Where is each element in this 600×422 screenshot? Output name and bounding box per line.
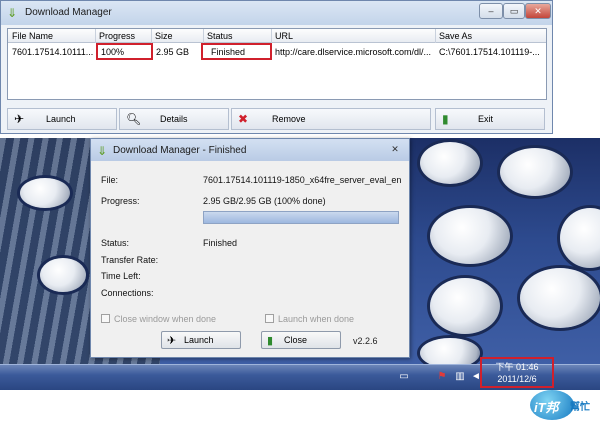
main-titlebar[interactable]: ⇓ Download Manager ‒ ▭ ✕ [1, 1, 552, 25]
remove-button-label: Remove [272, 114, 306, 124]
column-divider[interactable] [271, 29, 272, 43]
taskbar-clock[interactable]: 下午 01:46 2011/12/6 [480, 357, 554, 388]
cell-size: 2.95 GB [156, 47, 190, 57]
file-value: 7601.17514.101119-1850_x64fre_server_eva… [203, 175, 402, 185]
progress-bar [203, 211, 399, 224]
dialog-title: Download Manager - Finished [113, 145, 247, 156]
exit-door-icon: ▮ [442, 112, 449, 126]
clock-date: 2011/12/6 [497, 374, 537, 384]
launch-icon: ✈ [14, 112, 25, 126]
dialog-close-label: Close [284, 335, 308, 345]
column-divider[interactable] [435, 29, 436, 43]
file-label: File: [101, 175, 119, 185]
wallpaper-disc [20, 178, 70, 208]
wallpaper-disc [520, 268, 600, 328]
column-header-status[interactable]: Status [207, 31, 233, 41]
wallpaper-disc [430, 278, 500, 334]
cell-save-as: C:\7601.17514.101119-... [439, 47, 540, 57]
dialog-launch-label: Launch [184, 335, 214, 345]
launch-when-done-label: Launch when done [278, 314, 355, 324]
network-icon[interactable]: ▥ [454, 371, 466, 383]
logo-text: iT邦 [534, 400, 559, 415]
exit-button[interactable]: ▮ Exit [435, 108, 545, 130]
dialog-launch-button[interactable]: ✈ Launch [161, 331, 241, 349]
status-label: Status: [101, 238, 130, 248]
highlight-status [201, 43, 272, 60]
column-divider[interactable] [151, 29, 152, 43]
column-header-url[interactable]: URL [275, 31, 293, 41]
download-manager-window: ⇓ Download Manager ‒ ▭ ✕ File Name Progr… [0, 0, 553, 134]
cell-file-name: 7601.17514.10111... [12, 47, 94, 57]
launch-icon: ✈ [167, 335, 177, 347]
close-when-done-checkbox[interactable]: Close window when done [101, 314, 216, 324]
version-label: v2.2.6 [353, 336, 378, 346]
column-header-save-as[interactable]: Save As [439, 31, 472, 41]
table-header: File Name Progress Size Status URL Save … [8, 29, 546, 43]
column-header-progress[interactable]: Progress [99, 31, 135, 41]
download-arrow-icon: ⇓ [7, 6, 18, 20]
column-divider[interactable] [203, 29, 204, 43]
flag-icon[interactable]: ⚑ [436, 371, 448, 383]
minimize-button[interactable]: ‒ [479, 3, 503, 19]
wallpaper-disc [420, 142, 480, 184]
status-value: Finished [203, 238, 238, 248]
downloads-table: File Name Progress Size Status URL Save … [7, 28, 547, 100]
maximize-button[interactable]: ▭ [503, 3, 525, 19]
wallpaper-disc [430, 208, 510, 264]
details-button-label: Details [160, 114, 188, 124]
exit-button-label: Exit [478, 114, 494, 124]
download-finished-dialog: ⇓ Download Manager - Finished ✕ File: 76… [90, 138, 410, 358]
progress-bar-fill [204, 212, 398, 223]
clock-time: 下午 01:46 [495, 362, 539, 372]
column-divider[interactable] [95, 29, 96, 43]
progress-value: 2.95 GB/2.95 GB (100% done) [203, 196, 326, 206]
remove-button[interactable]: ✖ Remove [231, 108, 431, 130]
connections-label: Connections: [101, 288, 154, 298]
main-toolbar: ✈ Launch 🔍︎ Details ✖ Remove ▮ Exit [7, 108, 547, 130]
dialog-titlebar[interactable]: ⇓ Download Manager - Finished ✕ [91, 139, 409, 161]
ithome-logo: iT邦 幫忙 [530, 390, 596, 420]
launch-button-label: Launch [46, 114, 76, 124]
remove-x-icon: ✖ [238, 112, 249, 126]
screenshot: ▭ ⚑ ▥ ◄ 下午 01:46 2011/12/6 iT邦 幫忙 ⇓ Down… [0, 0, 600, 422]
highlight-progress [96, 43, 153, 60]
launch-when-done-checkbox[interactable]: Launch when done [265, 314, 354, 324]
download-arrow-icon: ⇓ [97, 144, 108, 158]
column-header-size[interactable]: Size [155, 31, 173, 41]
action-center-icon[interactable]: ▭ [398, 371, 410, 383]
progress-label: Progress: [101, 196, 140, 206]
close-when-done-label: Close window when done [114, 314, 217, 324]
transfer-rate-label: Transfer Rate: [101, 255, 159, 265]
details-button[interactable]: 🔍︎ Details [119, 108, 229, 130]
close-button[interactable]: ✕ [525, 3, 551, 19]
logo-subtext: 幫忙 [570, 402, 590, 413]
checkbox-box[interactable] [265, 314, 274, 323]
wallpaper-disc [500, 148, 570, 196]
cell-url: http://care.dlservice.microsoft.com/dl/.… [275, 47, 432, 57]
column-header-file-name[interactable]: File Name [12, 31, 53, 41]
wallpaper-disc [420, 338, 480, 364]
dialog-close-btn[interactable]: ▮ Close [261, 331, 341, 349]
checkbox-box[interactable] [101, 314, 110, 323]
wallpaper-disc [40, 258, 86, 292]
dialog-close-button[interactable]: ✕ [385, 142, 405, 158]
launch-button[interactable]: ✈ Launch [7, 108, 117, 130]
time-left-label: Time Left: [101, 271, 141, 281]
wallpaper-disc [560, 208, 600, 268]
main-window-title: Download Manager [25, 7, 112, 18]
close-door-icon: ▮ [267, 335, 274, 347]
search-icon: 🔍︎ [126, 112, 142, 126]
